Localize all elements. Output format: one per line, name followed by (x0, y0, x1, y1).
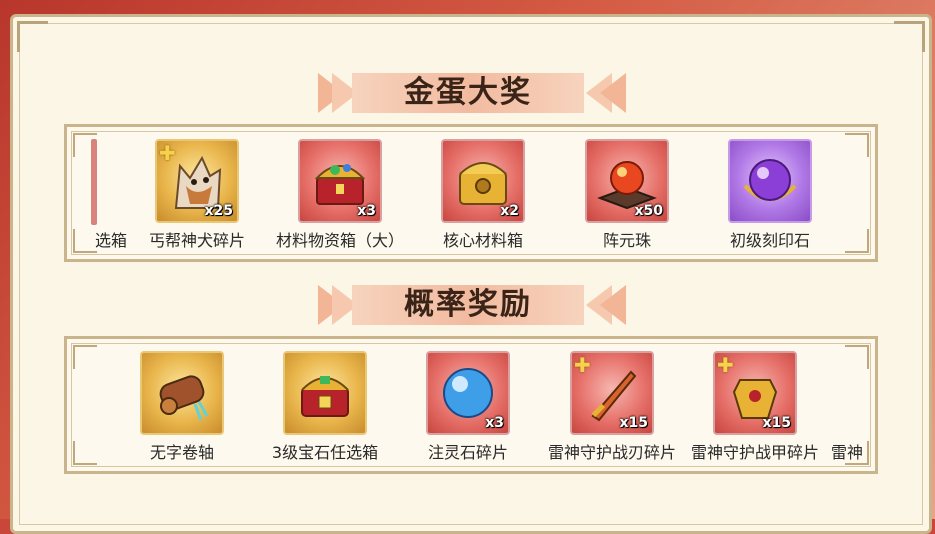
clipped-item-label: 雷神 (831, 443, 864, 462)
item-quantity: x3 (485, 415, 504, 431)
fragment-icon: ✚ (574, 353, 591, 377)
clipped-item-slot (91, 139, 97, 225)
reward-item[interactable]: ✚ x15 雷神守护战甲碎片 (680, 347, 830, 467)
item-slot[interactable]: x3 (298, 139, 382, 223)
item-slot[interactable]: ✚ x25 (155, 139, 239, 223)
item-label: 初级刻印石 (729, 231, 810, 250)
fragment-icon: ✚ (159, 141, 176, 165)
corner-ornament (845, 345, 869, 369)
item-slot[interactable] (140, 351, 224, 435)
fragment-icon: ✚ (717, 353, 734, 377)
corner-ornament (894, 21, 925, 52)
item-slot[interactable]: x3 (426, 351, 510, 435)
chevron-right-icon (600, 285, 626, 325)
item-quantity: x2 (500, 203, 519, 219)
gem-chest-icon (301, 376, 349, 417)
corner-ornament (845, 133, 869, 157)
item-slot[interactable]: ✚ x15 (713, 351, 797, 435)
reward-row-golden-egg[interactable]: 选箱 ✚ x25 丐帮神犬碎片 x3 材料物资箱（大） x2 核心材料箱 x50… (64, 124, 878, 262)
item-quantity: x15 (762, 415, 791, 431)
item-quantity: x3 (357, 203, 376, 219)
item-quantity: x25 (204, 203, 233, 219)
item-quantity: x50 (634, 203, 663, 219)
corner-ornament (17, 21, 48, 52)
section-title-golden-egg: 金蛋大奖 (0, 70, 935, 116)
section-title-text: 概率奖励 (404, 287, 532, 322)
chevron-right-icon (600, 73, 626, 113)
corner-ornament (73, 229, 97, 253)
corner-ornament (73, 345, 97, 369)
item-slot[interactable]: x2 (441, 139, 525, 223)
reward-row-probability[interactable]: 无字卷轴 3级宝石任选箱 x3 注灵石碎片 ✚ x15 雷神守护战刃碎片 ✚ x… (64, 336, 878, 474)
scroll-icon (159, 375, 209, 421)
item-slot[interactable]: ✚ x15 (570, 351, 654, 435)
section-title-text: 金蛋大奖 (404, 75, 532, 110)
reward-item[interactable]: 初级刻印石 (695, 135, 845, 255)
item-slot[interactable] (283, 351, 367, 435)
item-slot[interactable] (728, 139, 812, 223)
item-quantity: x15 (619, 415, 648, 431)
purple-orb-icon (743, 159, 797, 201)
item-slot[interactable]: x50 (585, 139, 669, 223)
item-label: 雷神守护战甲碎片 (690, 443, 819, 462)
section-title-probability: 概率奖励 (0, 282, 935, 328)
